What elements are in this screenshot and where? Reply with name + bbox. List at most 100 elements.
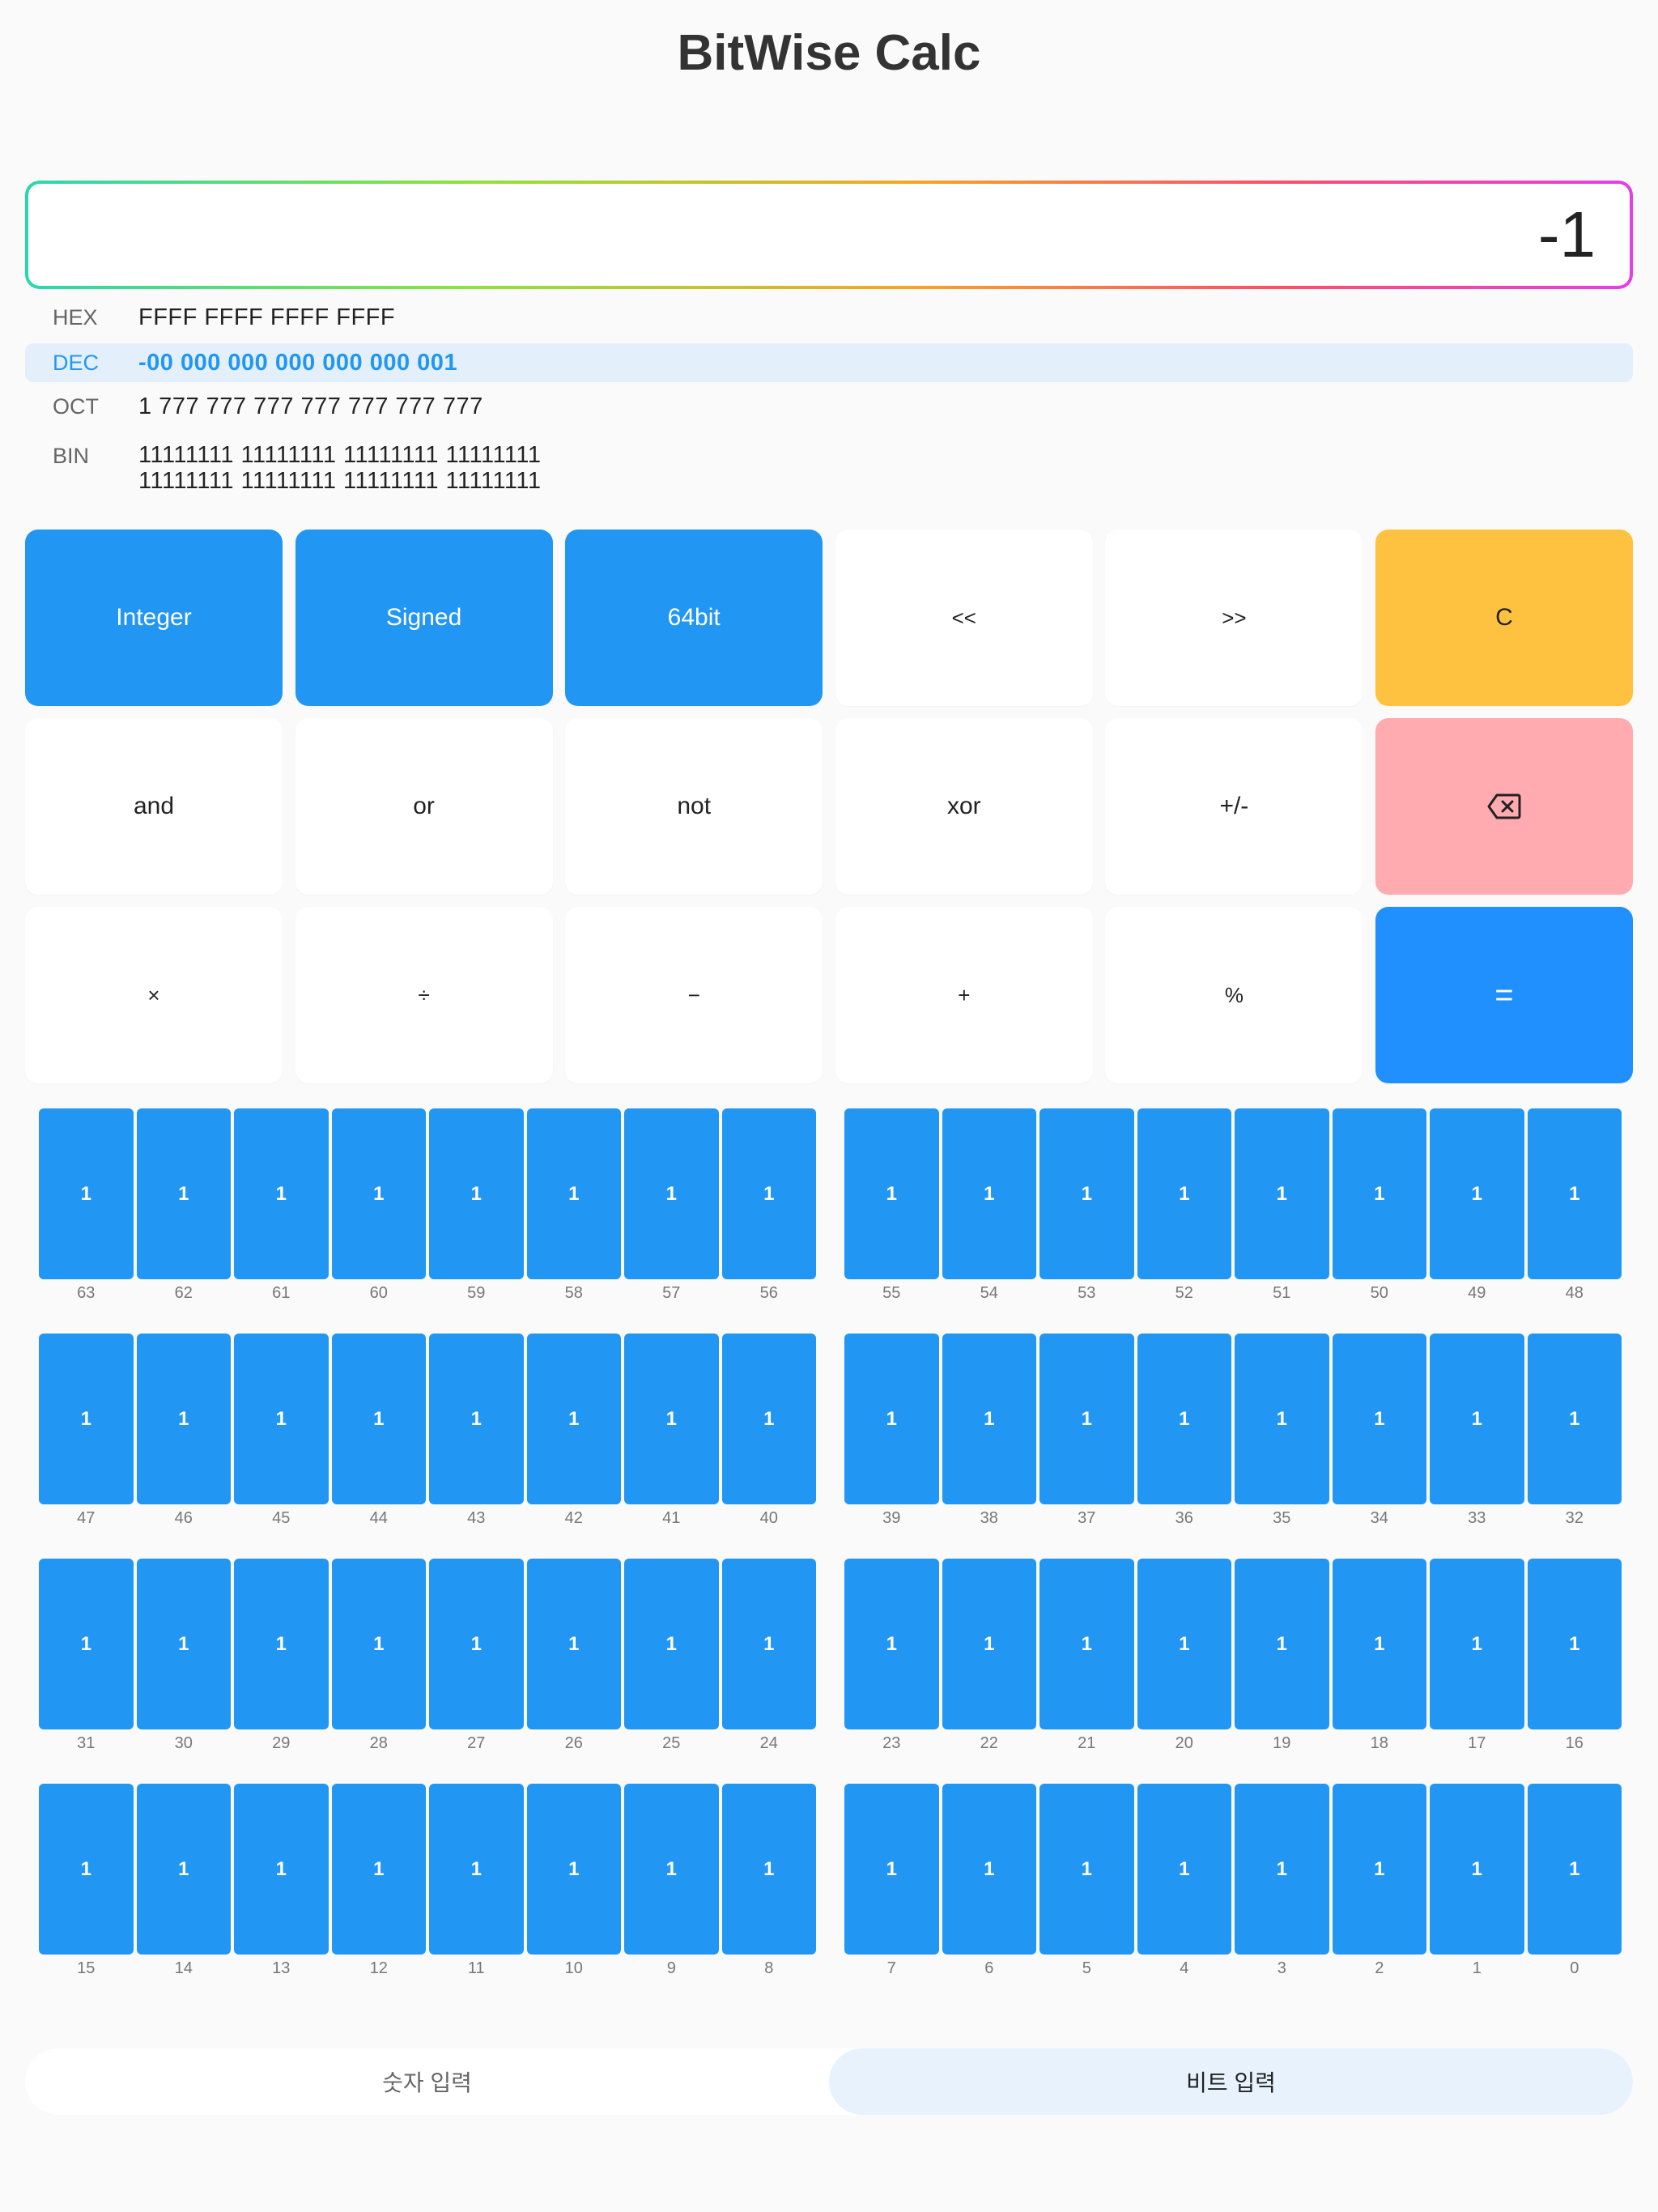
bit-toggle-58[interactable]: 1	[526, 1108, 621, 1279]
bit-toggle-3[interactable]: 1	[1235, 1784, 1329, 1955]
bit-toggle-31[interactable]: 1	[39, 1559, 134, 1729]
bit-toggle-39[interactable]: 1	[844, 1334, 939, 1504]
bit-toggle-17[interactable]: 1	[1430, 1559, 1524, 1729]
negate-button[interactable]: +/-	[1105, 718, 1363, 895]
not-button[interactable]: not	[565, 718, 823, 895]
bit-toggle-26[interactable]: 1	[526, 1559, 621, 1729]
equals-button[interactable]: =	[1375, 907, 1633, 1083]
bit-toggle-5[interactable]: 1	[1039, 1784, 1134, 1955]
bit-toggle-56[interactable]: 1	[721, 1108, 816, 1279]
modulo-button[interactable]: %	[1105, 907, 1363, 1083]
bit-cell: 17	[844, 1784, 939, 1978]
bit-toggle-23[interactable]: 1	[844, 1559, 939, 1729]
bit-toggle-8[interactable]: 1	[721, 1784, 816, 1955]
bit-toggle-25[interactable]: 1	[624, 1559, 719, 1729]
bit-toggle-34[interactable]: 1	[1332, 1334, 1426, 1504]
bit-toggle-21[interactable]: 1	[1039, 1559, 1134, 1729]
bit-toggle-18[interactable]: 1	[1332, 1559, 1426, 1729]
bit-toggle-61[interactable]: 1	[234, 1108, 329, 1279]
bit-toggle-27[interactable]: 1	[429, 1559, 524, 1729]
tab-number-input[interactable]: 숫자 입력	[25, 2048, 829, 2115]
bit-toggle-49[interactable]: 1	[1430, 1108, 1524, 1279]
bit-toggle-42[interactable]: 1	[526, 1334, 621, 1504]
bit-index-label: 58	[564, 1284, 583, 1302]
bit-toggle-36[interactable]: 1	[1137, 1334, 1231, 1504]
bit-toggle-43[interactable]: 1	[429, 1334, 524, 1504]
bit-group: 1 23 1 22 1 21 1 20 1 19 1 18 1 17 1 16	[844, 1559, 1622, 1753]
radix-row-hex[interactable]: HEX FFFF FFFF FFFF FFFF	[25, 301, 1633, 334]
bit-toggle-16[interactable]: 1	[1527, 1559, 1622, 1729]
bit-toggle-44[interactable]: 1	[331, 1334, 426, 1504]
bit-toggle-32[interactable]: 1	[1527, 1334, 1622, 1504]
bit-toggle-51[interactable]: 1	[1235, 1108, 1329, 1279]
and-button[interactable]: and	[25, 718, 283, 895]
bit-toggle-9[interactable]: 1	[624, 1784, 719, 1955]
bit-toggle-62[interactable]: 1	[136, 1108, 231, 1279]
bit-toggle-33[interactable]: 1	[1430, 1334, 1524, 1504]
bit-toggle-41[interactable]: 1	[624, 1334, 719, 1504]
bit-toggle-50[interactable]: 1	[1332, 1108, 1426, 1279]
radix-label-oct: OCT	[53, 393, 99, 419]
bit-toggle-52[interactable]: 1	[1137, 1108, 1231, 1279]
integer-button[interactable]: Integer	[25, 530, 283, 706]
bit-toggle-40[interactable]: 1	[721, 1334, 816, 1504]
bit-toggle-13[interactable]: 1	[234, 1784, 329, 1955]
bit-toggle-35[interactable]: 1	[1235, 1334, 1329, 1504]
bit-toggle-24[interactable]: 1	[721, 1559, 816, 1729]
signed-button[interactable]: Signed	[295, 530, 553, 706]
bit-toggle-45[interactable]: 1	[234, 1334, 329, 1504]
radix-row-dec[interactable]: DEC -00 000 000 000 000 000 001	[25, 343, 1633, 382]
bit-toggle-54[interactable]: 1	[942, 1108, 1036, 1279]
bit-toggle-12[interactable]: 1	[331, 1784, 426, 1955]
bit-toggle-0[interactable]: 1	[1527, 1784, 1622, 1955]
tab-bit-input[interactable]: 비트 입력	[829, 2048, 1633, 2115]
bit-toggle-38[interactable]: 1	[942, 1334, 1036, 1504]
bit-toggle-48[interactable]: 1	[1527, 1108, 1622, 1279]
bit-toggle-55[interactable]: 1	[844, 1108, 939, 1279]
bit-index-label: 41	[662, 1509, 681, 1527]
bit-toggle-14[interactable]: 1	[136, 1784, 231, 1955]
multiply-button[interactable]: ×	[25, 907, 283, 1083]
bit-toggle-2[interactable]: 1	[1332, 1784, 1426, 1955]
bit-toggle-11[interactable]: 1	[429, 1784, 524, 1955]
bit-toggle-28[interactable]: 1	[331, 1559, 426, 1729]
bit-cell: 1 33	[1430, 1334, 1524, 1528]
bit-cell: 1 10	[526, 1784, 621, 1978]
bit-index-label: 9	[666, 1959, 676, 1977]
bit-group: 1 55 1 54 1 53 1 52 1 51 1 50 1 49 1 48	[844, 1108, 1622, 1303]
bit-toggle-37[interactable]: 1	[1039, 1334, 1134, 1504]
bit-toggle-46[interactable]: 1	[136, 1334, 231, 1504]
or-button[interactable]: or	[295, 718, 553, 895]
bit-toggle-10[interactable]: 1	[526, 1784, 621, 1955]
radix-row-oct[interactable]: OCT 1 777 777 777 777 777 777 777	[25, 390, 1633, 423]
xor-button[interactable]: xor	[835, 718, 1093, 895]
bitwidth-button[interactable]: 64bit	[565, 530, 823, 706]
bit-toggle-60[interactable]: 1	[331, 1108, 426, 1279]
add-button[interactable]: +	[835, 907, 1093, 1083]
subtract-button[interactable]: −	[565, 907, 823, 1083]
bit-toggle-1[interactable]: 1	[1430, 1784, 1524, 1955]
bit-toggle-59[interactable]: 1	[429, 1108, 524, 1279]
radix-label-bin: BIN	[53, 444, 90, 468]
bit-toggle-4[interactable]: 1	[1137, 1784, 1231, 1955]
bit-toggle-30[interactable]: 1	[136, 1559, 231, 1729]
bit-toggle-15[interactable]: 1	[39, 1784, 134, 1955]
bit-toggle-53[interactable]: 1	[1039, 1108, 1134, 1279]
shift-right-button[interactable]: >>	[1105, 530, 1363, 706]
bit-toggle-47[interactable]: 1	[39, 1334, 134, 1504]
bit-toggle-57[interactable]: 1	[624, 1108, 719, 1279]
divide-button[interactable]: ÷	[295, 907, 553, 1083]
bit-toggle-29[interactable]: 1	[234, 1559, 329, 1729]
shift-left-button[interactable]: <<	[835, 530, 1093, 706]
bit-toggle-6[interactable]: 1	[942, 1784, 1036, 1955]
bit-toggle-22[interactable]: 1	[942, 1559, 1036, 1729]
bit-cell: 1 15	[39, 1784, 134, 1978]
radix-row-bin[interactable]: BIN 11111111 11111111 11111111 11111111 …	[25, 442, 1633, 496]
clear-button[interactable]: C	[1375, 530, 1633, 706]
bit-index-label: 43	[467, 1509, 486, 1527]
bit-toggle-20[interactable]: 1	[1137, 1559, 1231, 1729]
backspace-button[interactable]	[1375, 718, 1633, 895]
bit-toggle-7[interactable]: 1	[844, 1784, 939, 1955]
bit-toggle-19[interactable]: 1	[1235, 1559, 1329, 1729]
bit-toggle-63[interactable]: 1	[39, 1108, 134, 1279]
